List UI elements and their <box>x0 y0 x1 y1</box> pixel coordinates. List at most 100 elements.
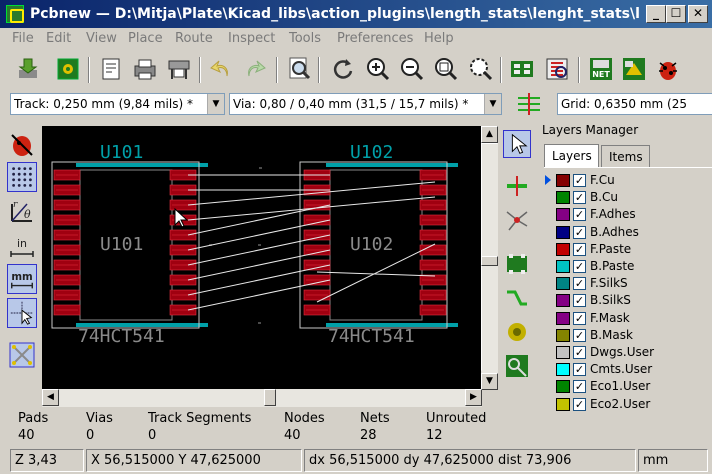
layer-color-swatch[interactable] <box>556 380 570 394</box>
add-via-icon[interactable] <box>503 318 531 346</box>
menu-place[interactable]: Place <box>128 31 163 46</box>
grid-size-select[interactable]: Grid: 0,6350 mm (25 <box>557 93 712 115</box>
tab-items[interactable]: Items <box>601 145 650 167</box>
footprint-editor-icon[interactable] <box>543 55 571 83</box>
drc-icon[interactable] <box>654 55 682 83</box>
highlight-net-icon[interactable] <box>503 172 531 200</box>
add-footprint-icon[interactable] <box>503 250 531 278</box>
menu-help[interactable]: Help <box>424 31 454 46</box>
drc-off-icon[interactable] <box>7 130 37 160</box>
zoom-selection-icon[interactable] <box>466 55 494 83</box>
tab-layers[interactable]: Layers <box>544 144 599 167</box>
scroll-right-button[interactable]: ▶ <box>465 389 482 406</box>
redraw-icon[interactable] <box>329 55 357 83</box>
layer-visibility-checkbox[interactable]: ✓ <box>573 242 586 256</box>
track-width-select[interactable]: Track: 0,250 mm (9,84 mils) * ▼ <box>10 93 225 115</box>
horizontal-scrollbar[interactable]: ◀ ▶ <box>42 389 482 407</box>
board-setup-icon[interactable] <box>54 55 82 83</box>
layer-row[interactable]: ✓ F.Adhes <box>544 206 712 223</box>
auto-track-width-icon[interactable] <box>515 91 543 117</box>
close-button[interactable]: ✕ <box>688 5 708 23</box>
chevron-down-icon[interactable]: ▼ <box>484 94 501 114</box>
grid-toggle-icon[interactable] <box>7 162 37 192</box>
update-pcb-icon[interactable] <box>620 55 648 83</box>
layer-row[interactable]: ✓ Cmts.User <box>544 361 712 378</box>
find-icon[interactable] <box>285 55 313 83</box>
layer-color-swatch[interactable] <box>556 242 570 256</box>
chevron-down-icon[interactable]: ▼ <box>207 94 224 114</box>
menu-route[interactable]: Route <box>175 31 213 46</box>
layer-row[interactable]: ✓ F.Paste <box>544 241 712 258</box>
menu-edit[interactable]: Edit <box>46 31 71 46</box>
pcb-canvas[interactable]: U101 U102 U101 U102 74HCT541 74HCT541 <box>42 126 482 390</box>
layer-visibility-checkbox[interactable]: ✓ <box>573 328 586 342</box>
layer-row[interactable]: ✓ Eco2.User <box>544 396 712 413</box>
layer-color-swatch[interactable] <box>556 260 570 273</box>
layer-row[interactable]: ✓ B.Adhes <box>544 224 712 241</box>
select-tool-icon[interactable] <box>503 130 531 158</box>
layer-color-swatch[interactable] <box>556 225 570 239</box>
layer-visibility-checkbox[interactable]: ✓ <box>573 191 586 205</box>
layer-color-swatch[interactable] <box>556 277 570 291</box>
netlist-read-icon[interactable]: NET <box>587 55 615 83</box>
page-settings-icon[interactable] <box>97 55 125 83</box>
layer-color-swatch[interactable] <box>556 191 570 205</box>
layer-row[interactable]: ✓ Dwgs.User <box>544 344 712 361</box>
layer-color-swatch[interactable] <box>556 346 570 359</box>
local-ratsnest-icon[interactable] <box>503 206 531 234</box>
zoom-in-icon[interactable] <box>364 55 392 83</box>
layer-color-swatch[interactable] <box>556 208 570 222</box>
plot-icon[interactable] <box>165 55 193 83</box>
layer-color-swatch[interactable] <box>556 397 570 411</box>
polar-coords-icon[interactable]: θr <box>7 196 37 226</box>
layer-row[interactable]: ✓ F.Mask <box>544 310 712 327</box>
layer-row[interactable]: ✓ B.Cu <box>544 189 712 206</box>
minimize-button[interactable]: _ <box>646 5 666 23</box>
layer-visibility-checkbox[interactable]: ✓ <box>573 363 586 377</box>
layer-row[interactable]: ✓ F.SilkS <box>544 275 712 292</box>
layer-color-swatch[interactable] <box>556 363 570 377</box>
route-track-icon[interactable] <box>503 284 531 312</box>
full-cursor-icon[interactable] <box>7 298 37 328</box>
layer-visibility-checkbox[interactable]: ✓ <box>573 380 586 394</box>
layer-color-swatch[interactable] <box>556 328 570 342</box>
zoom-out-icon[interactable] <box>398 55 426 83</box>
redo-icon[interactable] <box>241 55 269 83</box>
new-board-icon[interactable] <box>14 55 42 83</box>
menu-view[interactable]: View <box>86 31 117 46</box>
scroll-down-button[interactable]: ▼ <box>481 373 498 390</box>
menu-file[interactable]: File <box>12 31 34 46</box>
menu-preferences[interactable]: Preferences <box>337 31 413 46</box>
netlist-icon[interactable] <box>508 55 536 83</box>
undo-icon[interactable] <box>207 55 235 83</box>
menu-tools[interactable]: Tools <box>289 31 321 46</box>
layer-row[interactable]: ✓ B.SilkS <box>544 292 712 309</box>
scroll-left-button[interactable]: ◀ <box>42 389 59 406</box>
layer-row[interactable]: ✓ Eco1.User <box>544 378 712 395</box>
horizontal-scroll-thumb[interactable] <box>264 389 276 406</box>
menu-inspect[interactable]: Inspect <box>228 31 275 46</box>
layer-row[interactable]: ✓ B.Mask <box>544 327 712 344</box>
zoom-fit-icon[interactable] <box>432 55 460 83</box>
layer-visibility-checkbox[interactable]: ✓ <box>573 346 586 359</box>
maximize-button[interactable]: ☐ <box>666 5 686 23</box>
layer-visibility-checkbox[interactable]: ✓ <box>573 174 586 187</box>
via-size-select[interactable]: Via: 0,80 / 0,40 mm (31,5 / 15,7 mils) *… <box>229 93 502 115</box>
mm-units-icon[interactable]: mm <box>7 264 37 294</box>
layer-row[interactable]: ✓ F.Cu <box>544 172 712 189</box>
layer-color-swatch[interactable] <box>556 174 570 187</box>
layer-color-swatch[interactable] <box>556 294 570 308</box>
layer-visibility-checkbox[interactable]: ✓ <box>573 277 586 291</box>
scroll-up-button[interactable]: ▲ <box>481 126 498 143</box>
layer-visibility-checkbox[interactable]: ✓ <box>573 294 586 308</box>
add-zone-icon[interactable] <box>503 352 531 380</box>
layer-visibility-checkbox[interactable]: ✓ <box>573 225 586 239</box>
layer-color-swatch[interactable] <box>556 311 570 325</box>
vertical-scrollbar[interactable]: ▲ ▼ <box>481 126 498 390</box>
vertical-scroll-thumb[interactable] <box>481 256 498 266</box>
print-icon[interactable] <box>131 55 159 83</box>
show-ratsnest-icon[interactable] <box>7 340 37 370</box>
inch-units-icon[interactable]: in <box>7 232 37 262</box>
layer-visibility-checkbox[interactable]: ✓ <box>573 397 586 411</box>
layer-visibility-checkbox[interactable]: ✓ <box>573 260 586 273</box>
